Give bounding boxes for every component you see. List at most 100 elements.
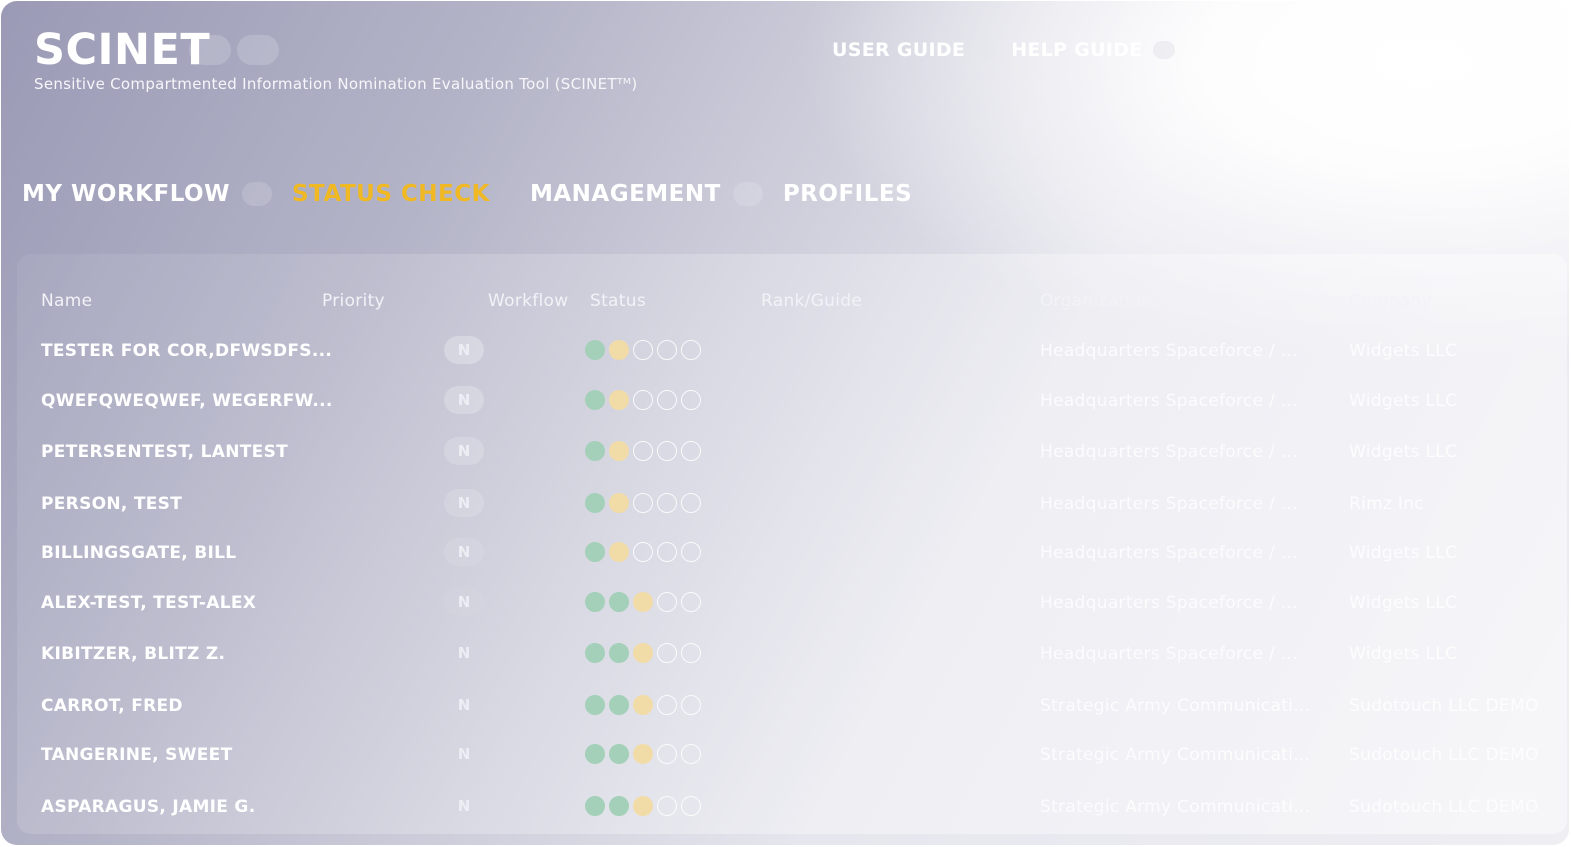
column-header-workflow[interactable]: Workflow [488, 291, 568, 311]
status-indicator [585, 643, 701, 663]
status-indicator [585, 744, 701, 764]
workflow-badge: N [444, 437, 484, 465]
status-dot-green [609, 744, 629, 764]
status-dot-green [609, 695, 629, 715]
status-dot-empty [657, 695, 677, 715]
status-dot-empty [681, 390, 701, 410]
status-dot-green [585, 744, 605, 764]
workflow-badge: N [444, 489, 484, 517]
status-dot-yellow [609, 542, 629, 562]
status-dot-green [585, 796, 605, 816]
status-indicator [585, 340, 701, 360]
status-dot-empty [633, 493, 653, 513]
row-name[interactable]: PERSON, TEST [41, 494, 182, 514]
status-dot-green [609, 643, 629, 663]
column-header-company[interactable]: Company [1349, 291, 1432, 311]
status-dot-empty [681, 441, 701, 461]
status-indicator [585, 441, 701, 461]
row-name[interactable]: TESTER FOR COR,DFWSDFS... [41, 341, 332, 361]
workflow-badge: N [444, 386, 484, 414]
status-dot-yellow [633, 643, 653, 663]
status-dot-green [585, 441, 605, 461]
row-name[interactable]: QWEFQWEQWEF, WEGERFW... [41, 391, 333, 411]
status-dot-yellow [609, 390, 629, 410]
row-organization: Headquarters Spaceforce / ... [1040, 341, 1298, 361]
status-dot-empty [633, 542, 653, 562]
workflow-badge: N [444, 588, 484, 616]
status-dot-empty [657, 340, 677, 360]
decor-pill [237, 35, 279, 65]
column-header-organization[interactable]: Organization [1040, 291, 1152, 311]
nav-decoration [241, 182, 272, 206]
workflow-badge: N [457, 797, 471, 815]
row-company: Widgets LLC [1349, 391, 1458, 411]
column-header-priority[interactable]: Priority [322, 291, 385, 311]
status-dot-empty [681, 592, 701, 612]
workflow-badge: N [444, 538, 484, 566]
status-dot-green [585, 592, 605, 612]
status-dot-green [585, 390, 605, 410]
row-name[interactable]: ASPARAGUS, JAMIE G. [41, 797, 255, 817]
link-decoration [975, 41, 998, 59]
tab-my-workflow[interactable]: MY WORKFLOW [22, 181, 230, 207]
status-indicator [585, 493, 701, 513]
status-dot-empty [681, 695, 701, 715]
row-organization: Strategic Army Communicati... [1040, 745, 1311, 765]
status-dot-empty [657, 643, 677, 663]
status-dot-yellow [633, 796, 653, 816]
link-decoration [1152, 41, 1175, 59]
row-organization: Headquarters Spaceforce / ... [1040, 593, 1298, 613]
status-dot-empty [681, 340, 701, 360]
row-name[interactable]: CARROT, FRED [41, 696, 183, 716]
row-company: Widgets LLC [1349, 543, 1458, 563]
row-company: Sudotouch LLC DEMO [1349, 797, 1539, 817]
row-name[interactable]: BILLINGSGATE, BILL [41, 543, 236, 563]
user-guide-link[interactable]: USER GUIDE [832, 39, 965, 61]
status-dot-empty [681, 744, 701, 764]
status-dot-green [609, 796, 629, 816]
status-dot-empty [681, 643, 701, 663]
workflow-badge: N [444, 336, 484, 364]
row-organization: Headquarters Spaceforce / ... [1040, 391, 1298, 411]
column-header-status[interactable]: Status [590, 291, 646, 311]
row-name[interactable]: TANGERINE, SWEET [41, 745, 232, 765]
workflow-badge: N [457, 696, 471, 714]
app-subtitle: Sensitive Compartmented Information Nomi… [34, 75, 638, 93]
title-decoration [189, 35, 279, 65]
tab-status-check[interactable]: STATUS CHECK [292, 181, 490, 207]
status-indicator [585, 542, 701, 562]
status-indicator [585, 390, 701, 410]
status-dot-empty [681, 542, 701, 562]
status-dot-green [585, 493, 605, 513]
status-dot-empty [633, 441, 653, 461]
decor-pill [189, 35, 231, 65]
status-dot-empty [681, 796, 701, 816]
status-dot-empty [657, 390, 677, 410]
status-dot-yellow [609, 493, 629, 513]
status-dot-green [585, 340, 605, 360]
column-header-rank-guide[interactable]: Rank/Guide [761, 291, 862, 311]
status-dot-empty [657, 493, 677, 513]
status-dot-empty [657, 744, 677, 764]
status-dot-empty [657, 441, 677, 461]
status-dot-yellow [609, 441, 629, 461]
status-dot-green [585, 643, 605, 663]
tab-management[interactable]: MANAGEMENT [530, 181, 721, 207]
tab-profiles[interactable]: PROFILES [783, 181, 912, 207]
row-company: Sudotouch LLC DEMO [1349, 745, 1539, 765]
row-name[interactable]: KIBITZER, BLITZ Z. [41, 644, 225, 664]
status-dot-yellow [633, 695, 653, 715]
row-organization: Strategic Army Communicati... [1040, 797, 1311, 817]
row-name[interactable]: PETERSENTEST, LANTEST [41, 442, 288, 462]
row-organization: Headquarters Spaceforce / ... [1040, 494, 1298, 514]
status-dot-empty [657, 592, 677, 612]
status-dot-green [609, 592, 629, 612]
status-dot-empty [657, 542, 677, 562]
app-title: SCINET [34, 25, 211, 75]
status-dot-yellow [609, 340, 629, 360]
column-header-name[interactable]: Name [41, 291, 92, 311]
row-name[interactable]: ALEX-TEST, TEST-ALEX [41, 593, 256, 613]
help-guide-link[interactable]: HELP GUIDE [1011, 39, 1142, 61]
row-company: Sudotouch LLC DEMO [1349, 696, 1539, 716]
nav-decoration [732, 182, 763, 206]
